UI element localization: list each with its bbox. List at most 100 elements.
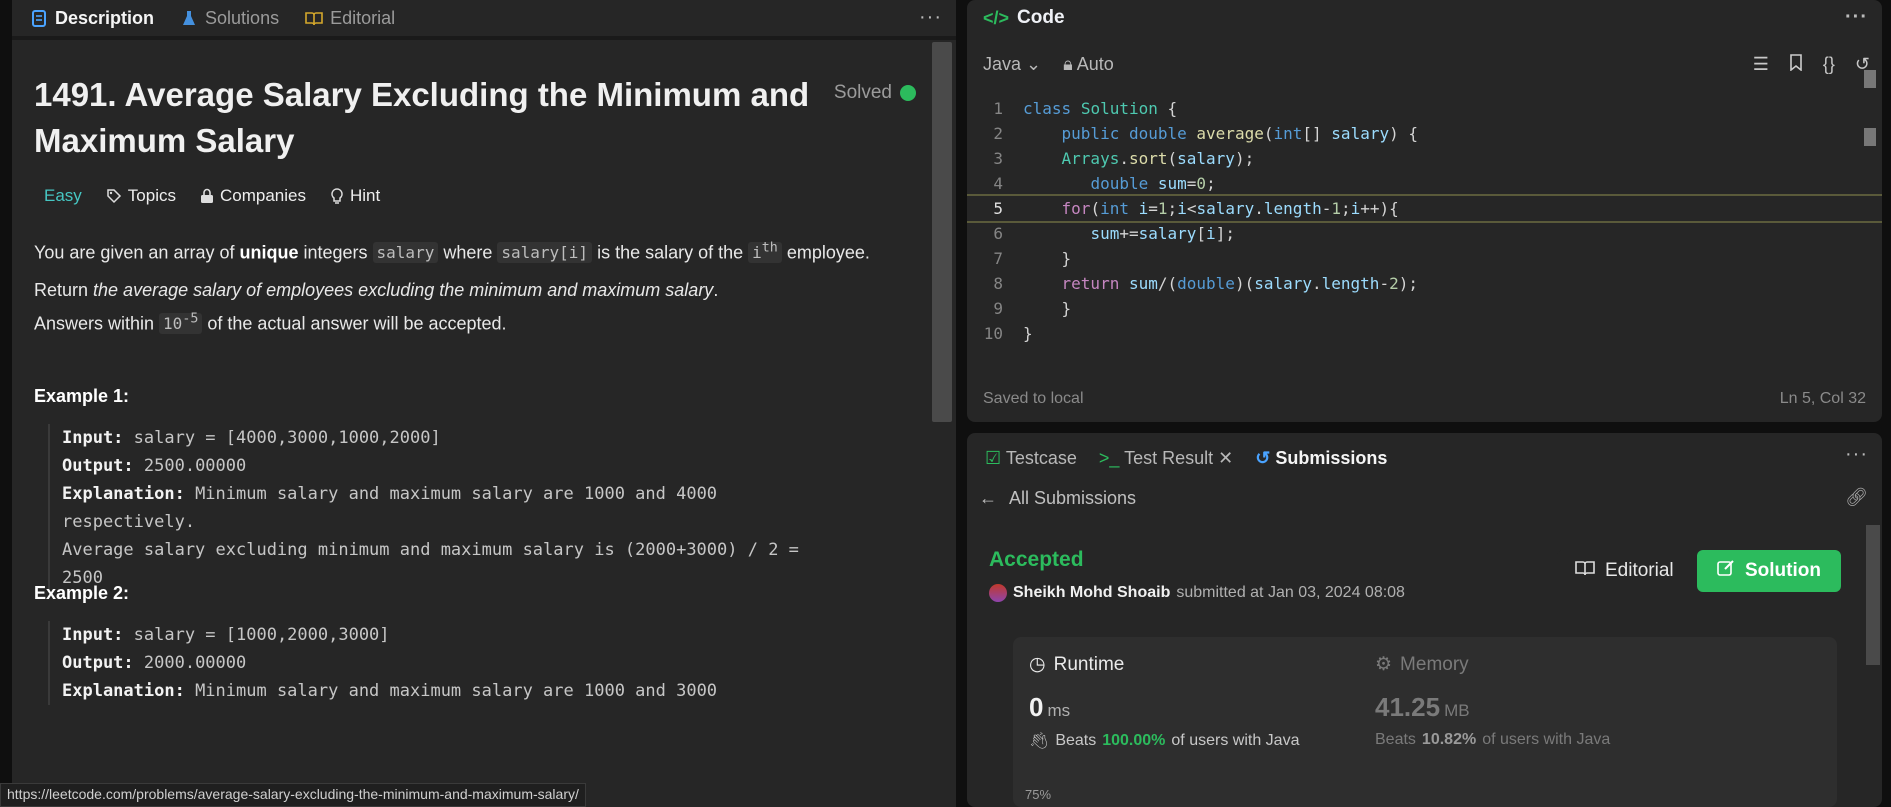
line-number: 7 xyxy=(993,249,1003,268)
label: Output: xyxy=(62,456,134,476)
explanation-line: Average salary excluding minimum and max… xyxy=(62,540,799,560)
solution-button[interactable]: Solution xyxy=(1697,550,1841,592)
tab-solutions[interactable]: Solutions xyxy=(180,8,279,29)
unit: ms xyxy=(1047,701,1071,720)
language-select[interactable]: Java ⌄ xyxy=(983,54,1041,75)
runtime-value: 0 ms xyxy=(1029,692,1299,723)
inline-code: ith xyxy=(748,241,782,264)
lock-icon xyxy=(200,188,213,203)
superscript: th xyxy=(761,241,778,256)
format-icon[interactable]: ☰ xyxy=(1753,54,1769,76)
label: Explanation: xyxy=(62,484,185,504)
editor-scroll-marker xyxy=(1864,70,1876,88)
line-number: 5 xyxy=(993,199,1003,218)
status-bar-url: https://leetcode.com/problems/average-sa… xyxy=(0,783,586,807)
close-icon[interactable]: ✕ xyxy=(1218,448,1233,468)
author-name[interactable]: Sheikh Mohd Shoaib xyxy=(1013,584,1170,602)
all-submissions-nav[interactable]: ← All Submissions 🔗︎ xyxy=(967,483,1882,513)
editorial-button[interactable]: Editorial xyxy=(1557,550,1692,592)
companies-label: Companies xyxy=(219,186,306,205)
explanation-line: 2500 xyxy=(62,568,103,588)
line-number: 4 xyxy=(993,174,1003,193)
line-number: 9 xyxy=(993,299,1003,318)
performance-stats: ◷ Runtime 0 ms 👋︎ Beats 100.00% of users with… xyxy=(1013,637,1837,807)
label: Input: xyxy=(62,428,124,448)
example-2-block: Input: salary = [1000,2000,3000] Output:… xyxy=(48,621,908,705)
editor-tools: ☰ {} ↺ xyxy=(1753,54,1870,76)
unit: MB xyxy=(1444,701,1470,720)
chevron-down-icon: ⌄ xyxy=(1026,53,1042,74)
code-editor[interactable]: 1 class Solution { 2 public double averag… xyxy=(967,96,1882,352)
document-icon xyxy=(30,9,48,27)
problem-statement-2: Return the average salary of employees e… xyxy=(34,276,754,338)
code-line: 3 Arrays.sort(salary); xyxy=(967,146,1882,171)
more-options-icon[interactable]: ··· xyxy=(919,6,942,29)
tab-testcase[interactable]: ☑ Testcase xyxy=(985,448,1077,469)
braces-icon[interactable]: {} xyxy=(1823,54,1835,76)
language-label: Java xyxy=(983,53,1022,74)
text: integers xyxy=(298,242,373,263)
code-line: 2 public double average(int[] salary) { xyxy=(967,121,1882,146)
example-explanation: Explanation: Minimum salary and maximum … xyxy=(62,480,908,508)
editor-scroll-marker xyxy=(1864,128,1876,146)
value: Minimum salary and maximum salary are 10… xyxy=(184,484,718,504)
avatar xyxy=(989,584,1007,602)
runtime-stat[interactable]: ◷ Runtime 0 ms 👋︎ Beats 100.00% of users with… xyxy=(1029,653,1299,751)
code-line: 1 class Solution { xyxy=(967,96,1882,121)
mode-label: Auto xyxy=(1076,53,1114,74)
more-options-icon[interactable]: ··· xyxy=(1845,443,1868,466)
line-number: 3 xyxy=(993,149,1003,168)
arrow-left-icon[interactable]: ← xyxy=(979,488,997,509)
text: where xyxy=(438,242,498,263)
topics-tag[interactable]: Topics xyxy=(94,182,188,210)
text: of the actual answer will be accepted. xyxy=(202,313,507,334)
code-panel: </> Code ··· Java ⌄ 🔒︎ Auto ☰ {} ↺ 1 clas… xyxy=(967,0,1882,422)
inline-code: 10-5 xyxy=(159,312,203,335)
tab-test-result[interactable]: >_ Test Result ✕ xyxy=(1099,448,1233,469)
memory-stat[interactable]: ⚙ Memory 41.25 MB Beats 10.82% of users with… xyxy=(1375,653,1610,749)
submissions-scrollbar[interactable] xyxy=(1866,525,1880,665)
code-line: 6 sum+=salary[i]; xyxy=(967,221,1882,246)
code-toolbar: Java ⌄ 🔒︎ Auto ☰ {} ↺ xyxy=(967,36,1882,92)
code-line: 4 double sum=0; xyxy=(967,171,1882,196)
label: Input: xyxy=(62,625,124,645)
description-panel: Description Solutions Editorial ··· 1491… xyxy=(12,0,956,807)
book-icon xyxy=(1575,560,1595,582)
problem-tags: Easy Topics Companies Hint xyxy=(34,182,392,210)
topics-label: Topics xyxy=(127,186,176,205)
text: You are given an array of xyxy=(34,242,240,263)
submission-status: Accepted xyxy=(989,548,1084,571)
code-line: 7 } xyxy=(967,246,1882,271)
tab-submissions[interactable]: ↺ Submissions xyxy=(1255,448,1387,469)
code-line-current: 5 for(int i=1;i<salary.length-1;i++){ xyxy=(967,194,1882,223)
link-icon[interactable]: 🔗︎ xyxy=(1845,487,1868,508)
example-output: Output: 2500.00000 xyxy=(62,452,908,480)
memory-value: 41.25 MB xyxy=(1375,692,1610,723)
difficulty-badge: Easy xyxy=(44,186,82,205)
text: of users with Java xyxy=(1482,731,1611,748)
wave-icon: 👋︎ xyxy=(1029,733,1050,750)
text: 10 xyxy=(163,314,183,334)
companies-tag[interactable]: Companies xyxy=(188,182,318,210)
editorial-label: Editorial xyxy=(1605,560,1674,581)
tab-label: Testcase xyxy=(1005,447,1077,468)
description-scrollbar[interactable] xyxy=(932,42,952,422)
tab-label: Description xyxy=(55,7,155,28)
example-2-heading: Example 2: xyxy=(34,583,130,603)
more-options-icon[interactable]: ··· xyxy=(1845,6,1868,29)
book-icon xyxy=(305,9,323,27)
auto-mode[interactable]: 🔒︎ Auto xyxy=(1063,54,1114,75)
left-tabbar: Description Solutions Editorial ··· xyxy=(12,0,956,36)
hint-label: Hint xyxy=(349,186,381,205)
runtime-header: ◷ Runtime xyxy=(1029,653,1299,676)
tab-editorial[interactable]: Editorial xyxy=(305,8,395,29)
code-icon: </> xyxy=(983,7,1010,28)
label: Output: xyxy=(62,653,134,673)
bookmark-icon[interactable] xyxy=(1789,54,1803,76)
lock-icon: 🔒︎ xyxy=(1063,53,1073,74)
saved-status: Saved to local xyxy=(983,390,1084,407)
hint-tag[interactable]: Hint xyxy=(318,182,392,210)
code-line: 8 return sum/(double)(salary.length-2); xyxy=(967,271,1882,296)
tab-description[interactable]: Description xyxy=(30,8,154,29)
example-output: Output: 2000.00000 xyxy=(62,649,908,677)
